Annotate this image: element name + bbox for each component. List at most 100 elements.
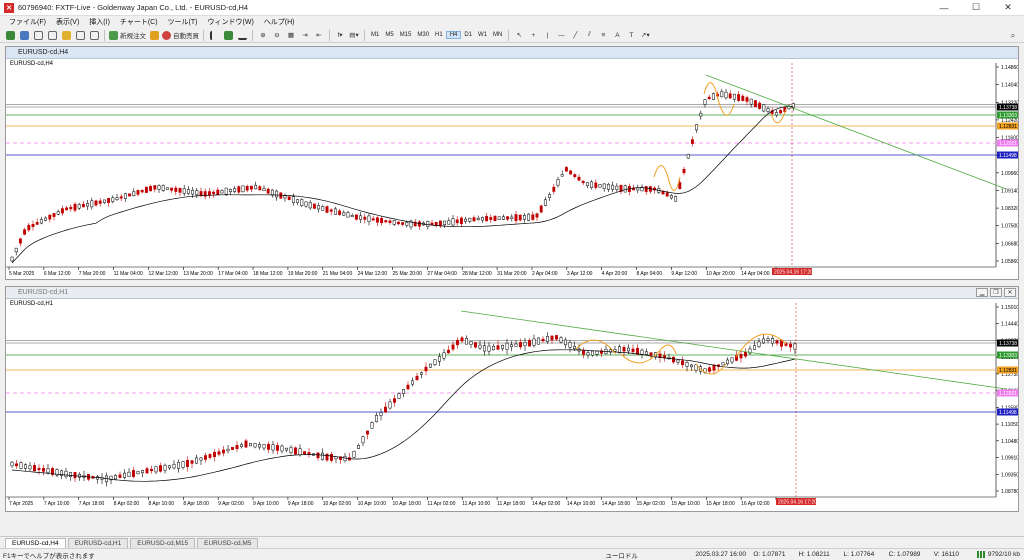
status-profile[interactable]: ユーロドル bbox=[601, 550, 691, 560]
candle bbox=[686, 154, 690, 159]
tester-icon[interactable] bbox=[88, 29, 100, 41]
close-button[interactable]: ✕ bbox=[992, 0, 1024, 16]
tab-eurusd-h4[interactable]: EURUSD-cd,H4 bbox=[5, 538, 66, 548]
time-tick-label: 4 Apr 20:00 bbox=[602, 271, 628, 277]
pane-restore-button[interactable]: ❐ bbox=[990, 288, 1002, 297]
zoom-out-icon[interactable]: ⊖ bbox=[271, 29, 283, 41]
tab-eurusd-m15[interactable]: EURUSD-cd,M15 bbox=[130, 538, 196, 548]
status-bar: F1キーでヘルプが表示されます ユーロドル 2025.03.27 16:00 O… bbox=[0, 548, 1024, 560]
horizontal-line-icon[interactable]: — bbox=[555, 29, 567, 41]
trendline bbox=[460, 310, 1007, 390]
candle bbox=[316, 452, 320, 459]
terminal-icon[interactable] bbox=[74, 29, 86, 41]
candle bbox=[417, 221, 421, 227]
pane-close-button[interactable]: ✕ bbox=[1004, 288, 1016, 297]
profiles-icon[interactable] bbox=[18, 29, 30, 41]
candle bbox=[552, 186, 556, 192]
menu-window[interactable]: ウィンドウ(W) bbox=[203, 17, 259, 27]
templates-icon[interactable]: ▤▾ bbox=[348, 29, 360, 41]
chart-window-h1[interactable]: EURUSD-cd,H1 ▁ ❐ ✕ EURUSD-cd,H1 1.15010 1… bbox=[5, 286, 1019, 512]
candle bbox=[10, 461, 14, 467]
tf-mn[interactable]: MN bbox=[490, 32, 505, 38]
menu-insert[interactable]: 挿入(I) bbox=[84, 17, 115, 27]
menu-chart[interactable]: チャート(C) bbox=[115, 17, 163, 27]
autoscroll-icon[interactable]: ⇤ bbox=[313, 29, 325, 41]
candle bbox=[753, 100, 757, 108]
cursor-icon[interactable]: ↖ bbox=[513, 29, 525, 41]
tab-eurusd-h1[interactable]: EURUSD-cd,H1 bbox=[67, 538, 129, 548]
data-window-icon[interactable] bbox=[46, 29, 58, 41]
candle bbox=[771, 338, 774, 344]
candle bbox=[636, 187, 640, 191]
candle bbox=[15, 463, 18, 467]
chart-shift-icon[interactable]: ⇥ bbox=[299, 29, 311, 41]
tf-m15[interactable]: M15 bbox=[397, 32, 415, 38]
auto-trading-button[interactable]: 自動売買 bbox=[162, 29, 199, 41]
market-watch-icon[interactable] bbox=[32, 29, 44, 41]
candle bbox=[550, 335, 554, 341]
metaeditor-icon[interactable] bbox=[148, 29, 160, 41]
indicators-icon[interactable]: f▾ bbox=[334, 29, 346, 41]
fibonacci-icon[interactable]: ≡ bbox=[597, 29, 609, 41]
new-order-button[interactable]: 新規注文 bbox=[109, 29, 146, 41]
candle bbox=[343, 455, 347, 462]
candle bbox=[42, 468, 45, 472]
status-connection[interactable]: 9792/10 kb bbox=[973, 551, 1024, 558]
trendline-icon[interactable]: ╱ bbox=[569, 29, 581, 41]
time-tick-label: 8 Apr 10:00 bbox=[148, 501, 174, 507]
tf-w1[interactable]: W1 bbox=[475, 32, 490, 38]
crosshair-icon[interactable]: + bbox=[527, 29, 539, 41]
tf-h1[interactable]: H1 bbox=[432, 32, 446, 38]
candle bbox=[456, 339, 459, 346]
chart-canvas-h4[interactable]: 1.148601.140401.132201.124201.116001.107… bbox=[6, 59, 1018, 279]
pane-minimize-button[interactable]: ▁ bbox=[976, 288, 988, 297]
new-chart-icon[interactable] bbox=[4, 29, 16, 41]
menu-view[interactable]: 表示(V) bbox=[51, 17, 84, 27]
candle bbox=[224, 187, 228, 195]
candle bbox=[153, 185, 157, 190]
chart-window-h4[interactable]: EURUSD-cd,H4 EURUSD-cd,H4 1.14860 1.14040… bbox=[5, 46, 1019, 280]
candle bbox=[757, 341, 761, 347]
candle bbox=[199, 191, 203, 196]
candle bbox=[548, 194, 552, 199]
candle bbox=[496, 345, 500, 350]
tf-m30[interactable]: M30 bbox=[414, 32, 432, 38]
tab-eurusd-m5[interactable]: EURUSD-cd,M5 bbox=[197, 538, 259, 548]
line-chart-icon[interactable] bbox=[236, 29, 248, 41]
text-icon[interactable]: A bbox=[611, 29, 623, 41]
menu-tools[interactable]: ツール(T) bbox=[163, 17, 203, 27]
candle bbox=[267, 443, 270, 450]
time-tick-label: 13 Mar 20:00 bbox=[183, 271, 213, 277]
chart-canvas-h1[interactable]: 1.150101.144401.138701.133001.127301.121… bbox=[6, 299, 1018, 511]
tf-h4[interactable]: H4 bbox=[445, 31, 462, 39]
highlight-curve bbox=[620, 344, 677, 364]
maximize-button[interactable]: ☐ bbox=[960, 0, 992, 16]
candle bbox=[39, 219, 43, 224]
time-tick-label: 24 Mar 12:00 bbox=[358, 271, 388, 277]
vertical-line-icon[interactable]: | bbox=[541, 29, 553, 41]
menu-file[interactable]: ファイル(F) bbox=[4, 17, 51, 27]
channel-icon[interactable]: ⫽ bbox=[583, 29, 595, 41]
search-icon[interactable]: ⌕ bbox=[1006, 30, 1020, 41]
label-icon[interactable]: T bbox=[625, 29, 637, 41]
tf-m1[interactable]: M1 bbox=[368, 32, 382, 38]
candle bbox=[606, 184, 610, 190]
time-tick-label: 15 Apr 10:00 bbox=[671, 501, 700, 507]
tf-m5[interactable]: M5 bbox=[382, 32, 396, 38]
zoom-in-icon[interactable]: ⊕ bbox=[257, 29, 269, 41]
time-tick-label: 31 Mar 20:00 bbox=[497, 271, 527, 277]
candle bbox=[27, 224, 31, 231]
candle bbox=[300, 199, 304, 206]
candle bbox=[81, 203, 85, 208]
bar-chart-icon[interactable] bbox=[208, 29, 220, 41]
tile-windows-icon[interactable]: ▦ bbox=[285, 29, 297, 41]
tf-d1[interactable]: D1 bbox=[461, 32, 475, 38]
candle bbox=[455, 219, 459, 224]
candle bbox=[346, 212, 350, 218]
menu-help[interactable]: ヘルプ(H) bbox=[259, 17, 300, 27]
candle bbox=[393, 398, 396, 403]
candlestick-icon[interactable] bbox=[222, 29, 234, 41]
minimize-button[interactable]: — bbox=[928, 0, 960, 16]
arrows-icon[interactable]: ↗▾ bbox=[639, 29, 651, 41]
navigator-icon[interactable] bbox=[60, 29, 72, 41]
